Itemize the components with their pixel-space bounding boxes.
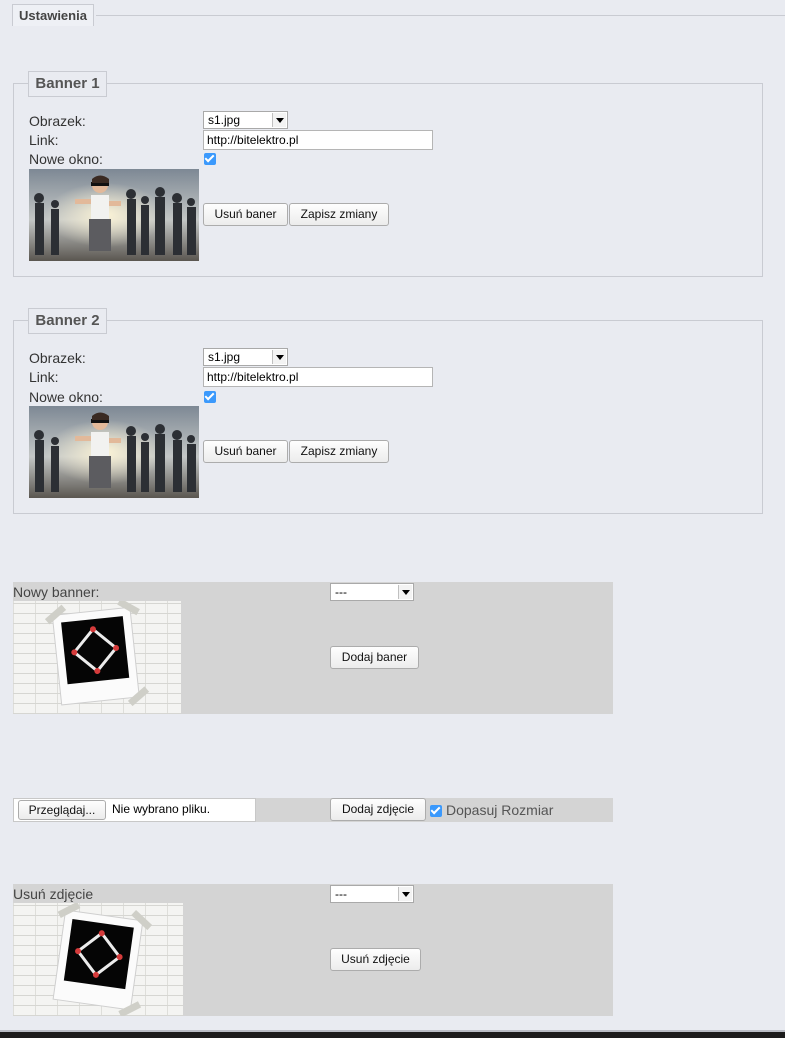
chevron-down-icon — [272, 113, 286, 127]
banner-2-link-input[interactable]: http://bitelektro.pl — [203, 367, 433, 387]
new-banner-thumbnail — [13, 598, 181, 714]
new-banner-select-value: --- — [335, 585, 347, 599]
settings-page: { "tab": {"label": "Ustawienia"}, "banne… — [0, 0, 785, 1038]
banner-2-link-label: Link: — [29, 369, 59, 385]
banner-2-image-value: s1.jpg — [208, 350, 241, 364]
banner-2-legend: Banner 2 — [28, 308, 107, 334]
tab-ustawienia[interactable]: Ustawienia — [12, 4, 94, 26]
file-status-text: Nie wybrano pliku. — [112, 802, 211, 816]
chevron-down-icon — [272, 350, 286, 364]
banner-2-new-window-checkbox[interactable] — [204, 391, 216, 403]
remove-photo-select-value: --- — [335, 887, 347, 901]
tab-divider — [96, 15, 785, 16]
add-banner-button[interactable]: Dodaj baner — [330, 646, 419, 669]
banner-2-save-button[interactable]: Zapisz zmiany — [289, 440, 389, 463]
remove-photo-button[interactable]: Usuń zdjęcie — [330, 948, 421, 971]
fit-size-checkbox[interactable] — [430, 805, 442, 817]
banner-1-preview-image — [29, 169, 199, 261]
banner-2-remove-button[interactable]: Usuń baner — [203, 440, 288, 463]
bottom-bar — [0, 1032, 785, 1038]
remove-photo-thumbnail — [13, 901, 183, 1018]
chevron-down-icon — [398, 887, 412, 901]
banner-1-link-label: Link: — [29, 132, 59, 148]
banner-1-image-value: s1.jpg — [208, 113, 241, 127]
banner-1-legend: Banner 1 — [28, 71, 107, 97]
remove-photo-label: Usuń zdjęcie — [13, 886, 94, 902]
new-banner-label: Nowy banner: — [13, 584, 100, 600]
banner-2-preview-image — [29, 406, 199, 498]
banner-1-new-window-label: Nowe okno: — [29, 151, 103, 167]
banner-2-new-window-label: Nowe okno: — [29, 389, 103, 405]
banner-1-save-button[interactable]: Zapisz zmiany — [289, 203, 389, 226]
banner-1-new-window-checkbox[interactable] — [204, 153, 216, 165]
add-photo-button[interactable]: Dodaj zdjęcie — [330, 798, 426, 821]
chevron-down-icon — [398, 585, 412, 599]
banner-1-image-select[interactable]: s1.jpg — [203, 111, 288, 129]
browse-button[interactable]: Przeglądaj... — [18, 800, 106, 820]
file-input[interactable]: Przeglądaj... Nie wybrano pliku. — [13, 798, 256, 822]
remove-photo-select[interactable]: --- — [330, 885, 414, 903]
new-banner-select[interactable]: --- — [330, 583, 414, 601]
banner-1-remove-button[interactable]: Usuń baner — [203, 203, 288, 226]
banner-1-image-label: Obrazek: — [29, 113, 86, 129]
fit-size-label: Dopasuj Rozmiar — [446, 802, 554, 818]
banner-2-image-label: Obrazek: — [29, 350, 86, 366]
banner-2-image-select[interactable]: s1.jpg — [203, 348, 288, 366]
banner-1-link-input[interactable]: http://bitelektro.pl — [203, 130, 433, 150]
